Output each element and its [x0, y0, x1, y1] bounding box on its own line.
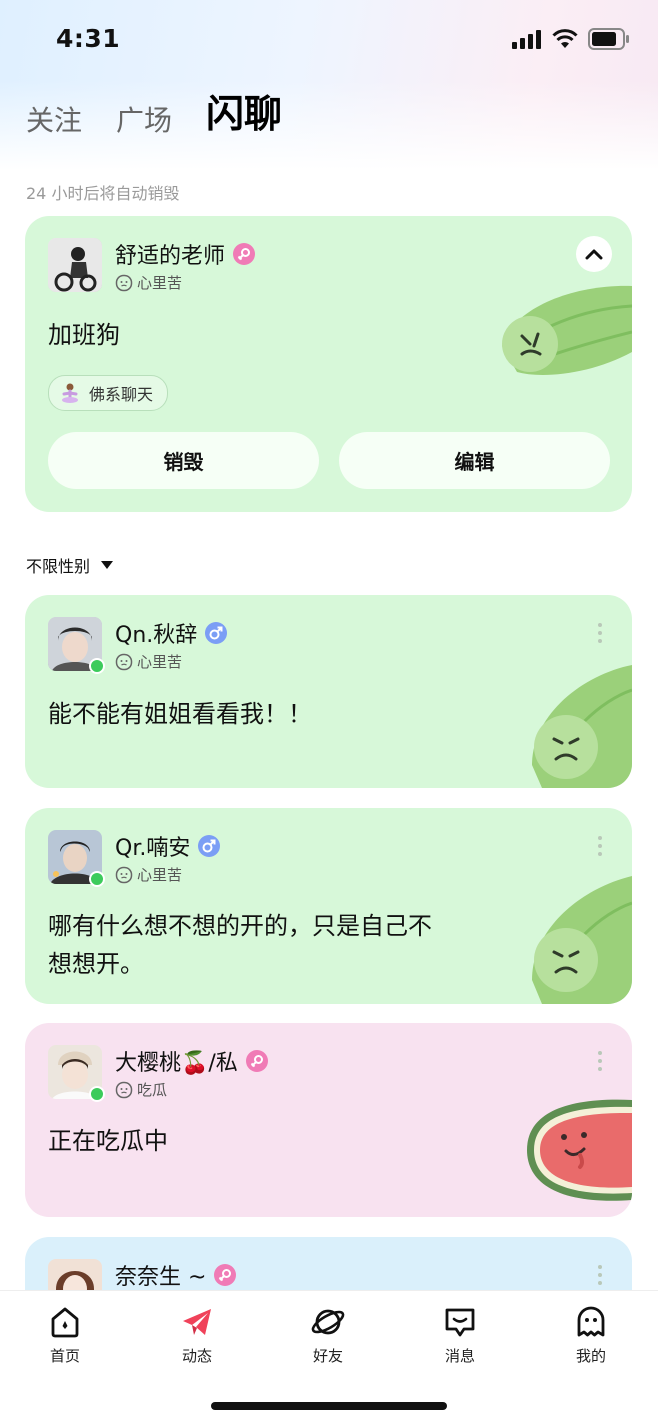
user-name[interactable]: 舒适的老师 [115, 238, 225, 270]
mood-face-icon [115, 1081, 133, 1098]
feed-tabs: 关注 广场 闪聊 [26, 92, 282, 138]
mood-status: 心里苦 [115, 651, 182, 672]
tab-flash-chat[interactable]: 闪聊 [206, 92, 282, 138]
planet-icon [311, 1309, 345, 1335]
mood-face-icon [115, 274, 133, 291]
ghost-icon [577, 1306, 605, 1337]
nav-messages-label: 消息 [444, 1347, 475, 1365]
my-post-card: 舒适的老师 心里苦 加班狗 佛系聊天 销毁 编辑 [25, 216, 632, 512]
user-name[interactable]: Qr.喃安 [115, 830, 190, 862]
post-text-line: 想想开。 [48, 950, 144, 978]
meditation-icon [62, 383, 78, 403]
post-text: 加班狗 [48, 321, 120, 349]
nav-friends-label: 好友 [312, 1347, 343, 1365]
avatar[interactable] [48, 1045, 105, 1102]
online-indicator [89, 871, 105, 887]
nav-messages[interactable]: 消息 [420, 1305, 500, 1366]
mood-label: 心里苦 [137, 866, 183, 884]
status-bar: 4:31 [0, 0, 658, 80]
tab-square[interactable]: 广场 [116, 104, 172, 138]
male-gender-icon [205, 622, 228, 644]
post-text: 正在吃瓜中 [48, 1127, 168, 1155]
nav-friends[interactable]: 好友 [288, 1305, 368, 1366]
battery-icon [588, 28, 629, 50]
collapse-button[interactable] [576, 236, 612, 272]
destroy-button[interactable]: 销毁 [48, 432, 319, 489]
online-indicator [89, 658, 105, 674]
more-options-icon[interactable] [596, 836, 604, 856]
user-name[interactable]: 大樱桃🍒/私 [115, 1045, 238, 1077]
mood-label: 吃瓜 [137, 1081, 168, 1099]
mood-label: 心里苦 [137, 274, 183, 292]
home-icon [51, 1307, 79, 1338]
user-name[interactable]: 奈奈生 ~ [115, 1259, 206, 1291]
nav-profile-label: 我的 [575, 1347, 606, 1365]
post-card[interactable]: Qr.喃安 心里苦 哪有什么想不想的开的，只是自己不 想想开。 [25, 808, 632, 1004]
nav-profile[interactable]: 我的 [551, 1305, 631, 1366]
status-time: 4:31 [56, 24, 121, 53]
post-text: 哪有什么想不想的开的，只是自己不 想想开。 [48, 907, 432, 983]
user-name-row: Qn.秋辞 [115, 617, 228, 649]
online-indicator [89, 1086, 105, 1102]
user-name-row: 大樱桃🍒/私 [115, 1045, 268, 1077]
message-icon [445, 1308, 475, 1337]
avatar[interactable] [48, 617, 105, 674]
paper-plane-icon [183, 1309, 211, 1335]
tab-follow[interactable]: 关注 [26, 104, 82, 138]
mood-face-icon [115, 653, 133, 670]
caret-down-icon [101, 561, 114, 569]
signal-icon [512, 30, 541, 49]
bitter-melon-sticker [502, 285, 632, 375]
nav-feed-label: 动态 [181, 1347, 212, 1365]
wifi-icon [552, 29, 578, 48]
avatar[interactable] [48, 830, 105, 887]
user-name-row: Qr.喃安 [115, 830, 221, 862]
avatar[interactable] [48, 238, 102, 292]
watermelon-sticker [527, 1099, 632, 1201]
mood-status: 心里苦 [115, 272, 182, 293]
auto-destroy-hint: 24 小时后将自动销毁 [26, 184, 180, 203]
nav-home[interactable]: 首页 [25, 1305, 105, 1366]
post-text: 能不能有姐姐看看我！！ [48, 700, 312, 728]
nav-feed[interactable]: 动态 [157, 1305, 237, 1366]
mood-face-icon [115, 866, 133, 883]
more-options-icon[interactable] [596, 1265, 604, 1285]
home-indicator [211, 1402, 447, 1410]
topic-tag-label: 佛系聊天 [89, 385, 154, 404]
more-options-icon[interactable] [596, 623, 604, 643]
user-name[interactable]: Qn.秋辞 [115, 617, 197, 649]
female-gender-icon [233, 243, 256, 265]
female-gender-icon [245, 1050, 268, 1072]
status-icons [512, 28, 630, 50]
user-name-row: 舒适的老师 [115, 238, 256, 270]
more-options-icon[interactable] [596, 1051, 604, 1071]
mood-status: 心里苦 [115, 864, 182, 885]
post-card[interactable]: 大樱桃🍒/私 吃瓜 正在吃瓜中 [25, 1023, 632, 1217]
female-gender-icon [214, 1264, 237, 1286]
nav-home-label: 首页 [49, 1347, 80, 1365]
bitter-melon-sticker [532, 665, 632, 788]
gender-filter[interactable]: 不限性别 [26, 553, 114, 577]
mood-status: 吃瓜 [115, 1079, 167, 1100]
post-card[interactable]: Qn.秋辞 心里苦 能不能有姐姐看看我！！ [25, 595, 632, 788]
chevron-up-icon [585, 249, 603, 260]
male-gender-icon [198, 835, 221, 857]
edit-button[interactable]: 编辑 [339, 432, 610, 489]
topic-tag[interactable]: 佛系聊天 [48, 375, 169, 411]
bitter-melon-sticker [532, 876, 632, 1004]
gender-filter-label: 不限性别 [26, 557, 91, 576]
mood-label: 心里苦 [137, 653, 183, 671]
user-name-row: 奈奈生 ~ [115, 1259, 237, 1291]
post-text-line: 哪有什么想不想的开的，只是自己不 [48, 912, 432, 940]
